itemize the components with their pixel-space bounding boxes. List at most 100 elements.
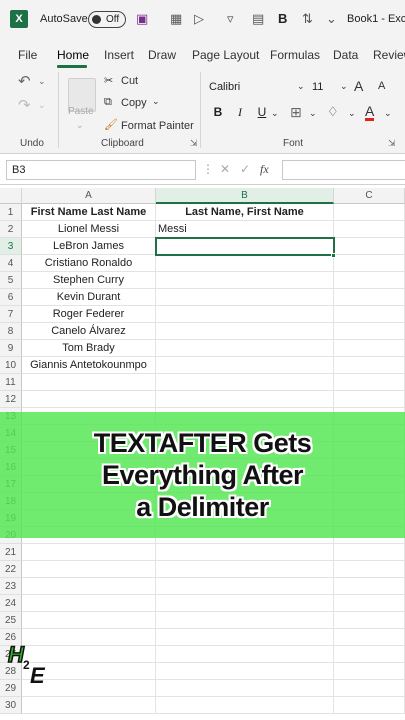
cell-c[interactable] [334, 272, 405, 289]
cell-b[interactable] [156, 646, 334, 663]
autosave-toggle[interactable]: Off [88, 11, 126, 28]
cell-a[interactable] [22, 374, 156, 391]
row-header[interactable]: 21 [0, 544, 22, 561]
cell-c[interactable] [334, 357, 405, 374]
cell-c[interactable] [334, 255, 405, 272]
cell-c[interactable] [334, 646, 405, 663]
row-header[interactable]: 11 [0, 374, 22, 391]
row-header[interactable]: 10 [0, 357, 22, 374]
tab-home[interactable]: Home [57, 48, 89, 62]
save-icon[interactable]: ▣ [136, 11, 148, 27]
cell-c[interactable] [334, 629, 405, 646]
cell-a[interactable]: Tom Brady [22, 340, 156, 357]
cell-a[interactable] [22, 612, 156, 629]
cell-c[interactable] [334, 323, 405, 340]
bold-icon[interactable]: B [278, 11, 287, 26]
row-header[interactable]: 30 [0, 697, 22, 714]
active-cell-b3[interactable] [155, 237, 335, 256]
tab-page-layout[interactable]: Page Layout [192, 48, 259, 62]
cut-button[interactable]: Cut [121, 75, 138, 87]
cell-b[interactable] [156, 697, 334, 714]
cell-c[interactable] [334, 595, 405, 612]
cell-a[interactable]: First Name Last Name [22, 204, 156, 221]
cut-icon[interactable]: ✂ [104, 74, 113, 87]
row-header[interactable]: 7 [0, 306, 22, 323]
form-icon[interactable]: ▷ [194, 11, 204, 27]
cell-c[interactable] [334, 680, 405, 697]
cell-a[interactable] [22, 391, 156, 408]
document-icon[interactable]: ▤ [252, 11, 264, 27]
underline-button[interactable]: U [254, 105, 270, 119]
font-name-select[interactable]: Calibri [205, 78, 305, 98]
cell-c[interactable] [334, 289, 405, 306]
cell-c[interactable] [334, 544, 405, 561]
select-all-corner[interactable] [0, 188, 22, 204]
paste-dropdown-icon[interactable]: ⌄ [76, 120, 84, 131]
cell-b[interactable] [156, 323, 334, 340]
sort-icon[interactable]: ⇅ [302, 11, 313, 27]
italic-button[interactable]: I [232, 105, 248, 120]
column-header-c[interactable]: C [334, 188, 405, 204]
cell-c[interactable] [334, 663, 405, 680]
cell-b[interactable] [156, 272, 334, 289]
customize-qat-icon[interactable]: ⌄ [326, 11, 337, 27]
tab-insert[interactable]: Insert [104, 48, 134, 62]
cell-a[interactable] [22, 697, 156, 714]
undo-dropdown-icon[interactable]: ⌄ [38, 76, 46, 87]
redo-dropdown-icon[interactable]: ⌄ [38, 100, 46, 111]
cell-b[interactable]: Last Name, First Name [156, 204, 334, 221]
borders-dropdown-icon[interactable]: ⌄ [309, 108, 317, 119]
cell-b[interactable] [156, 255, 334, 272]
cell-b[interactable]: Messi [156, 221, 334, 238]
cell-a[interactable]: Canelo Álvarez [22, 323, 156, 340]
cell-b[interactable] [156, 306, 334, 323]
cell-c[interactable] [334, 238, 405, 255]
row-header[interactable]: 3 [0, 238, 22, 255]
cell-a[interactable] [22, 544, 156, 561]
row-header[interactable]: 9 [0, 340, 22, 357]
row-header[interactable]: 1 [0, 204, 22, 221]
enter-icon[interactable]: ✓ [240, 162, 250, 176]
cancel-icon[interactable]: ✕ [220, 162, 230, 176]
cell-b[interactable] [156, 680, 334, 697]
cell-c[interactable] [334, 612, 405, 629]
font-color-icon[interactable]: A [365, 104, 375, 121]
cell-a[interactable]: Lionel Messi [22, 221, 156, 238]
font-launcher-icon[interactable]: ⇲ [388, 138, 396, 149]
font-name-dropdown-icon[interactable]: ⌄ [297, 81, 305, 92]
increase-font-icon[interactable]: A [354, 78, 363, 94]
row-header[interactable]: 25 [0, 612, 22, 629]
formula-input[interactable] [282, 160, 405, 180]
filter-icon[interactable]: ▿ [227, 11, 234, 27]
tab-review[interactable]: Review [373, 48, 405, 62]
cell-c[interactable] [334, 221, 405, 238]
cell-a[interactable]: Roger Federer [22, 306, 156, 323]
tab-data[interactable]: Data [333, 48, 358, 62]
row-header[interactable]: 4 [0, 255, 22, 272]
format-painter-icon[interactable]: 🖌 [104, 118, 118, 131]
cell-b[interactable] [156, 544, 334, 561]
row-header[interactable]: 8 [0, 323, 22, 340]
row-header[interactable]: 2 [0, 221, 22, 238]
cell-b[interactable] [156, 289, 334, 306]
cell-c[interactable] [334, 204, 405, 221]
format-painter-button[interactable]: Format Painter [121, 120, 194, 132]
font-size-dropdown-icon[interactable]: ⌄ [340, 81, 348, 92]
undo-icon[interactable]: ↶ [18, 72, 31, 90]
cell-c[interactable] [334, 561, 405, 578]
copy-icon[interactable]: ⧉ [104, 96, 112, 109]
column-header-b[interactable]: B [156, 188, 334, 204]
tab-file[interactable]: File [18, 48, 37, 62]
row-header[interactable]: 5 [0, 272, 22, 289]
cell-a[interactable] [22, 595, 156, 612]
bold-button[interactable]: B [210, 105, 226, 119]
cell-b[interactable] [156, 663, 334, 680]
cell-a[interactable]: Stephen Curry [22, 272, 156, 289]
row-header[interactable]: 6 [0, 289, 22, 306]
redo-icon[interactable]: ↷ [18, 96, 31, 114]
cell-b[interactable] [156, 340, 334, 357]
cell-c[interactable] [334, 578, 405, 595]
cell-a[interactable] [22, 561, 156, 578]
cell-c[interactable] [334, 374, 405, 391]
copy-dropdown-icon[interactable]: ⌄ [152, 96, 160, 107]
